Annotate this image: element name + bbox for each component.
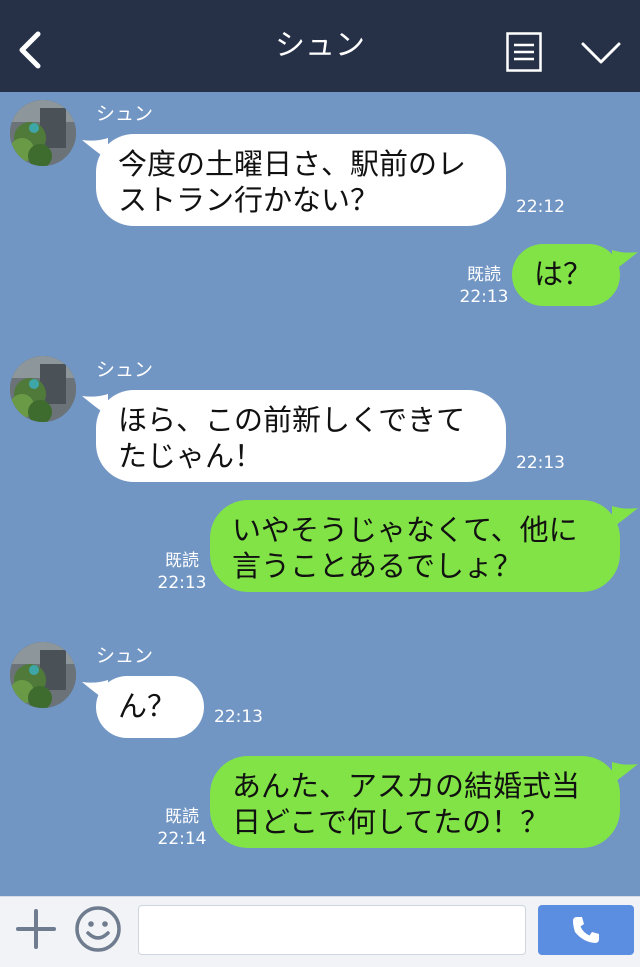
- message-line: ほら、この前新しくできて: [118, 403, 466, 437]
- message-line: 日どこで何してたの！？: [232, 805, 550, 839]
- message-time: 22:13: [157, 573, 207, 593]
- message-line: は？: [534, 257, 593, 291]
- message-line: 今度の土曜日さ、駅前のレ: [118, 147, 467, 181]
- message-bubble-incoming[interactable]: ほら、この前新しくできて たじゃん！: [96, 390, 506, 482]
- chat-title: シュン: [275, 28, 365, 63]
- read-receipt: 既読: [165, 551, 199, 571]
- plus-icon[interactable]: [14, 907, 58, 951]
- emoji-icon[interactable]: [74, 905, 122, 953]
- message-time: 22:13: [214, 707, 263, 727]
- sender-name: シュン: [96, 359, 154, 381]
- sender-name: シュン: [96, 103, 154, 125]
- message-bubble-incoming[interactable]: ん？: [96, 676, 204, 738]
- bubble-tail: [612, 762, 638, 784]
- input-bar: [0, 896, 640, 967]
- bubble-tail: [612, 506, 638, 528]
- message-line: ストラン行かない？: [118, 183, 380, 217]
- chevron-down-icon[interactable]: [580, 40, 622, 66]
- avatar[interactable]: [10, 100, 76, 166]
- message-line: ん？: [118, 689, 177, 723]
- message-bubble-outgoing[interactable]: いやそうじゃなくて、他に 言うことあるでしょ？: [210, 500, 620, 592]
- chat-header: シュン: [0, 0, 640, 92]
- phone-icon: [573, 917, 599, 943]
- message-bubble-incoming[interactable]: 今度の土曜日さ、駅前のレ ストラン行かない？: [96, 134, 506, 226]
- message-time: 22:13: [459, 287, 509, 307]
- avatar[interactable]: [10, 356, 76, 422]
- message-bubble-outgoing[interactable]: は？: [512, 244, 620, 306]
- bubble-tail: [612, 250, 638, 272]
- message-bubble-outgoing[interactable]: あんた、アスカの結婚式当 日どこで何してたの！？: [210, 756, 620, 848]
- message-meta: 既読 22:13: [156, 550, 208, 594]
- message-input[interactable]: [138, 905, 526, 955]
- read-receipt: 既読: [467, 265, 501, 285]
- avatar[interactable]: [10, 642, 76, 708]
- message-line: たじゃん！: [118, 439, 264, 473]
- message-meta: 既読 22:14: [156, 806, 208, 850]
- message-line: いやそうじゃなくて、他に: [232, 513, 578, 547]
- message-time: 22:13: [516, 453, 565, 473]
- message-line: あんた、アスカの結婚式当: [232, 769, 581, 803]
- sender-name: シュン: [96, 645, 154, 667]
- menu-icon[interactable]: [506, 32, 542, 72]
- message-meta: 既読 22:13: [458, 264, 510, 308]
- read-receipt: 既読: [165, 807, 199, 827]
- message-time: 22:14: [157, 829, 207, 849]
- message-line: 言うことあるでしょ？: [232, 549, 523, 583]
- call-button[interactable]: [538, 905, 634, 955]
- message-time: 22:12: [516, 197, 565, 217]
